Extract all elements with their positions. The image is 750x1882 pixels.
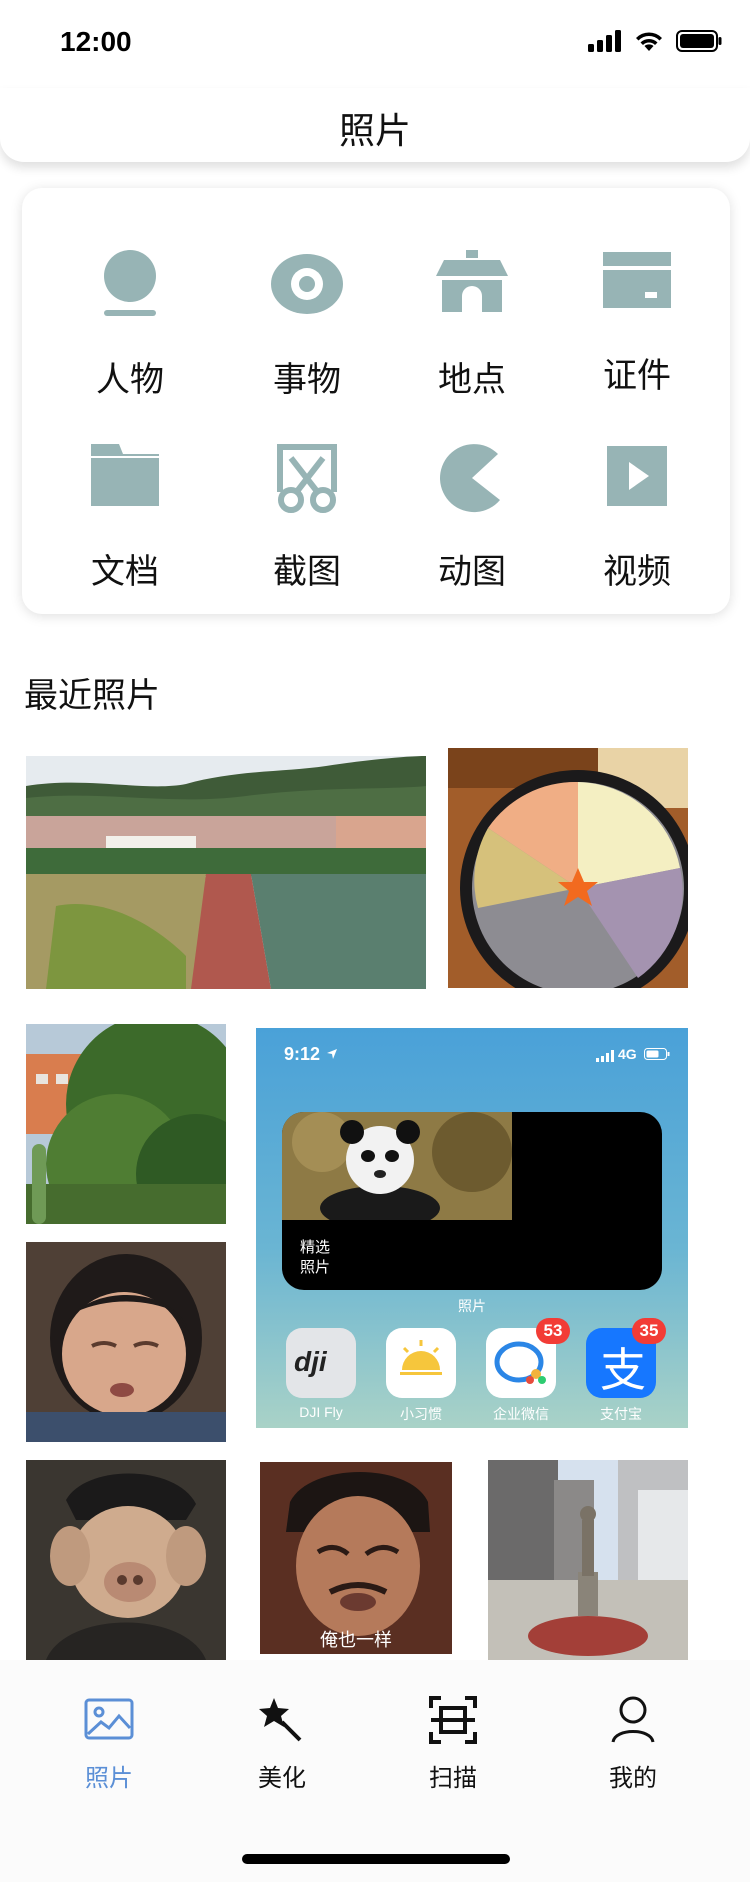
- category-label: 文档: [91, 552, 159, 592]
- app-name: 企业微信: [493, 1407, 549, 1423]
- screenshot-signal-icon: [596, 1050, 614, 1062]
- category-label: 地点: [438, 360, 506, 400]
- pacman-icon: [440, 444, 500, 513]
- tab-label: 照片: [85, 1764, 133, 1792]
- category-label: 动图: [438, 552, 506, 592]
- photo-thumbnail-kid[interactable]: [26, 1242, 226, 1442]
- photo-thumbnail-tree[interactable]: [26, 1024, 226, 1224]
- folder-icon: [91, 444, 159, 506]
- status-icons: [588, 30, 722, 52]
- app-name: DJI Fly: [299, 1404, 343, 1420]
- category-label: 截图: [273, 552, 341, 592]
- tab-beautify[interactable]: 美化: [207, 1694, 357, 1814]
- cellular-signal-icon: [588, 30, 621, 52]
- widget-label: 精选: [300, 1239, 331, 1256]
- status-time: 12:00: [60, 26, 132, 57]
- meme-caption: 俺也一样: [320, 1630, 392, 1651]
- app-name: 支付宝: [600, 1407, 642, 1423]
- tab-bar: 照片 美化 扫描 我的: [0, 1660, 750, 1882]
- app-logo-text: 支: [600, 1343, 646, 1397]
- image-icon: [84, 1698, 134, 1740]
- pavilion-icon: [436, 250, 508, 312]
- category-label: 人物: [96, 360, 164, 400]
- magic-wand-icon: [259, 1698, 302, 1742]
- page-title: 照片: [338, 111, 411, 152]
- tree-image: [26, 1024, 226, 1224]
- play-icon: [607, 446, 667, 506]
- photo-thumbnail-dessert[interactable]: [448, 748, 688, 988]
- category-document[interactable]: 文档: [40, 410, 210, 592]
- kid-image: [26, 1242, 226, 1442]
- home-indicator[interactable]: [242, 1854, 510, 1864]
- category-screenshot[interactable]: 截图: [222, 410, 392, 592]
- id-card-icon: [603, 252, 671, 308]
- category-label: 证件: [603, 356, 671, 396]
- person-icon: [104, 250, 156, 316]
- screenshot-location-icon: [327, 1049, 337, 1059]
- recent-photos-title: 最近照片: [24, 676, 160, 716]
- app-name: 小习惯: [400, 1407, 442, 1423]
- category-label: 视频: [603, 552, 671, 592]
- app-logo-text: dji: [294, 1346, 327, 1377]
- battery-icon: [676, 30, 722, 52]
- widget-caption: 照片: [458, 1298, 486, 1314]
- screenshot-network: 4G: [618, 1046, 637, 1062]
- widget-label: 照片: [300, 1259, 331, 1276]
- panda-dog-image: [282, 1112, 512, 1220]
- scan-icon: [429, 1696, 477, 1744]
- status-bar: 12:00: [0, 0, 750, 88]
- nav-bar: 照片: [0, 88, 750, 162]
- photo-thumbnail-screenshot[interactable]: 9:12 4G 精选 照片 照片 dji 53 支 35 DJI Fly 小习惯…: [256, 1028, 688, 1428]
- category-card: 人物 事物 地点 证件 文档 截图 动图 视频: [22, 188, 730, 614]
- photo-thumbnail-pigsy[interactable]: [26, 1460, 226, 1660]
- pigsy-image: [26, 1460, 226, 1660]
- app-dji-fly: dji: [286, 1328, 356, 1398]
- category-label: 事物: [273, 360, 341, 400]
- screenshot-time: 9:12: [284, 1044, 321, 1064]
- photo-thumbnail-statue[interactable]: [488, 1460, 688, 1660]
- eye-icon: [271, 254, 343, 314]
- category-video[interactable]: 视频: [552, 410, 722, 592]
- profile-icon: [611, 1696, 655, 1743]
- tab-label: 美化: [258, 1764, 306, 1792]
- screenshot-widget: 精选 照片: [282, 1112, 662, 1290]
- scissors-icon: [277, 444, 337, 513]
- category-thing[interactable]: 事物: [222, 218, 392, 400]
- tab-label: 我的: [609, 1764, 657, 1792]
- app-habit: [386, 1328, 456, 1398]
- badge: 53: [536, 1318, 570, 1344]
- statue-image: [488, 1460, 688, 1660]
- category-person[interactable]: 人物: [45, 218, 215, 400]
- tab-label: 扫描: [429, 1764, 477, 1792]
- sun-icon: [400, 1340, 442, 1375]
- tab-scan[interactable]: 扫描: [378, 1694, 528, 1814]
- category-id[interactable]: 证件: [552, 214, 722, 396]
- tab-photos[interactable]: 照片: [34, 1694, 184, 1814]
- category-gif[interactable]: 动图: [387, 410, 557, 592]
- photo-thumbnail-meme[interactable]: 俺也一样: [260, 1462, 452, 1654]
- dessert-image: [448, 748, 688, 988]
- photo-thumbnail-campus[interactable]: [26, 756, 426, 989]
- tab-profile[interactable]: 我的: [558, 1694, 708, 1814]
- wifi-icon: [636, 32, 662, 51]
- campus-image: [26, 756, 426, 989]
- category-place[interactable]: 地点: [387, 218, 557, 400]
- screenshot-battery-icon: [644, 1048, 670, 1060]
- badge: 35: [632, 1318, 666, 1344]
